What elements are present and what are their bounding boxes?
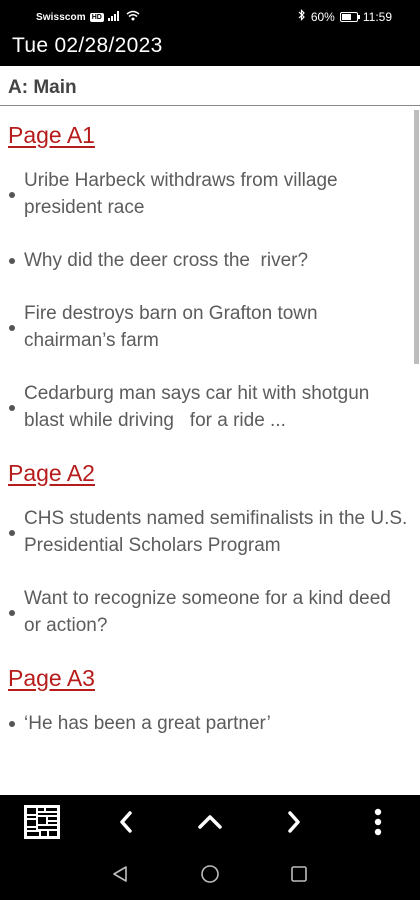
- article-item[interactable]: CHS students named semifinalists in the …: [8, 505, 410, 559]
- back-triangle-icon: [111, 865, 129, 888]
- page-grid-icon: [23, 804, 61, 845]
- carrier-name: Swisscom: [36, 11, 86, 23]
- article-item[interactable]: ‘He has been a great partner’: [8, 710, 410, 737]
- recents-square-icon: [290, 865, 308, 888]
- bullet-icon: [9, 325, 15, 331]
- system-back-button[interactable]: [108, 864, 132, 888]
- page-link-a1[interactable]: Page A1: [8, 122, 95, 149]
- battery-icon: [339, 11, 360, 22]
- date-title: Tue 02/28/2023: [12, 34, 163, 57]
- bullet-icon: [9, 721, 15, 727]
- status-bar: Swisscom HD 60% 11:59: [0, 0, 420, 33]
- network-badge: HD: [89, 12, 104, 22]
- article-title: Fire destroys barn on Grafton town chair…: [24, 303, 318, 351]
- next-page-button[interactable]: [272, 802, 316, 846]
- page-group-a1: Page A1 Uribe Harbeck withdraws from vil…: [0, 106, 420, 434]
- bluetooth-icon: [298, 9, 306, 24]
- bullet-icon: [9, 192, 15, 198]
- article-title: Why did the deer cross the river?: [24, 250, 309, 271]
- battery-percent: 60%: [310, 9, 335, 24]
- article-item[interactable]: Fire destroys barn on Grafton town chair…: [8, 300, 410, 354]
- section-up-button[interactable]: [188, 802, 232, 846]
- system-home-button[interactable]: [198, 864, 222, 888]
- phone-screen: Swisscom HD 60% 11:59 Tue 02/28/2023 A: …: [0, 0, 420, 900]
- bullet-icon: [9, 610, 15, 616]
- more-vertical-icon: [374, 808, 382, 841]
- chevron-right-icon: [286, 810, 302, 838]
- clock: 11:59: [362, 9, 392, 24]
- article-item[interactable]: Want to recognize someone for a kind dee…: [8, 585, 410, 639]
- page-group-a2: Page A2 CHS students named semifinalists…: [0, 460, 420, 639]
- system-recents-button[interactable]: [287, 864, 311, 888]
- status-left: Swisscom HD: [36, 10, 140, 24]
- more-options-button[interactable]: [356, 802, 400, 846]
- signal-icon: [107, 10, 122, 24]
- section-title: A: Main: [0, 66, 420, 106]
- chevron-left-icon: [118, 810, 134, 838]
- page-link-a2[interactable]: Page A2: [8, 460, 95, 487]
- article-title: Want to recognize someone for a kind dee…: [24, 588, 391, 636]
- wifi-icon: [126, 10, 140, 24]
- previous-page-button[interactable]: [104, 802, 148, 846]
- bullet-icon: [9, 405, 15, 411]
- article-item[interactable]: Uribe Harbeck withdraws from village pre…: [8, 167, 410, 221]
- status-right: 60% 11:59: [298, 9, 392, 24]
- page-grid-button[interactable]: [20, 802, 64, 846]
- system-nav-bar: [0, 852, 420, 900]
- bullet-icon: [9, 258, 15, 264]
- bullet-icon: [9, 530, 15, 536]
- page-group-a3: Page A3 ‘He has been a great partner’: [0, 665, 420, 737]
- page-link-a3[interactable]: Page A3: [8, 665, 95, 692]
- article-title: Cedarburg man says car hit with shotgun …: [24, 383, 375, 431]
- chevron-up-icon: [198, 814, 222, 835]
- article-title: CHS students named semifinalists in the …: [24, 508, 408, 556]
- article-item[interactable]: Cedarburg man says car hit with shotgun …: [8, 380, 410, 434]
- content-area[interactable]: A: Main Page A1 Uribe Harbeck withdraws …: [0, 66, 420, 795]
- article-title: Uribe Harbeck withdraws from village pre…: [24, 170, 338, 218]
- scrollbar[interactable]: [414, 110, 419, 364]
- bottom-toolbar: [0, 796, 420, 852]
- article-item[interactable]: Why did the deer cross the river?: [8, 247, 410, 274]
- home-circle-icon: [200, 864, 220, 889]
- article-title: ‘He has been a great partner’: [24, 713, 271, 734]
